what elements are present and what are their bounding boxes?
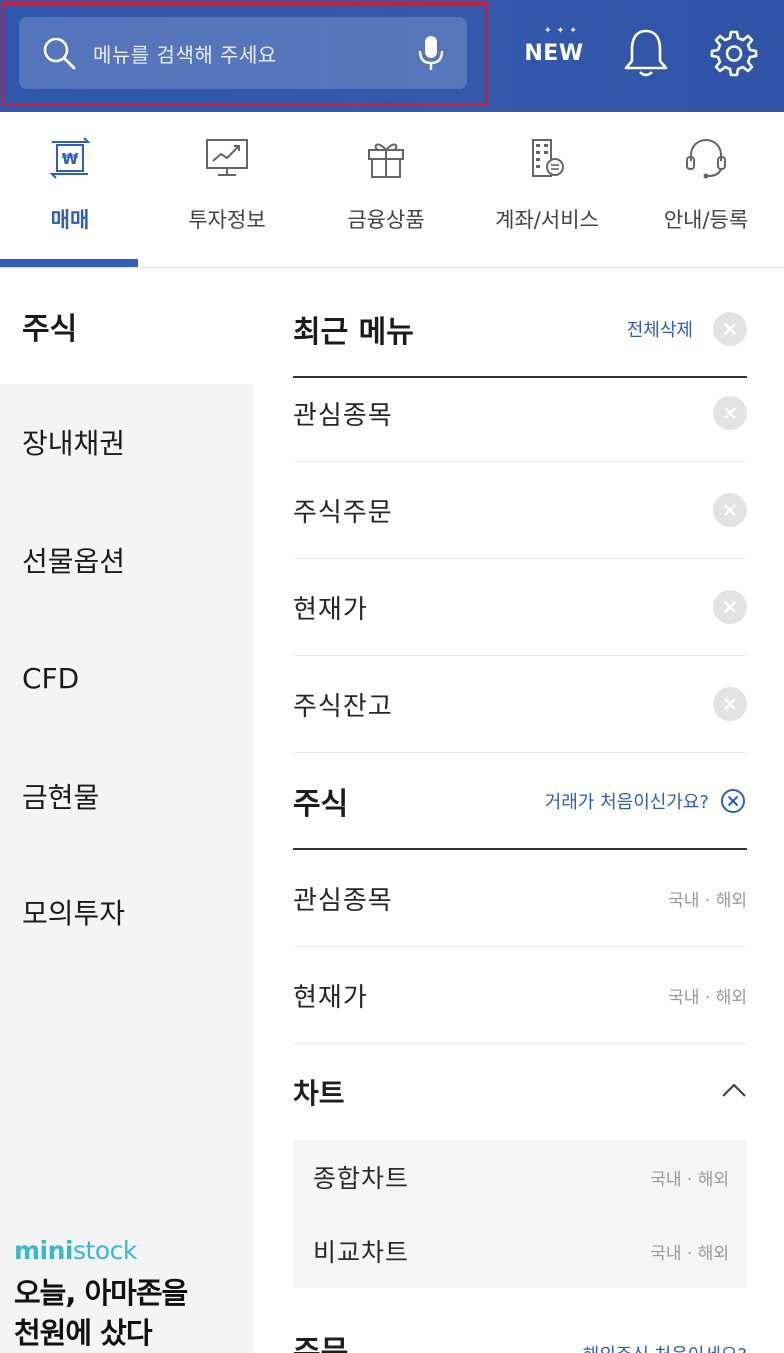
market-scope: 국내 · 해외 (650, 1243, 729, 1264)
chart-submenu-item[interactable]: 종합차트 국내 · 해외 (293, 1140, 747, 1214)
stock-section-title: 주식 (293, 787, 349, 822)
market-scope: 국내 · 해외 (650, 1169, 729, 1190)
tab-invest-info[interactable]: 투자정보 (157, 134, 297, 244)
recent-item-label: 주식잔고 (293, 691, 393, 722)
market-scope: 국내 · 해외 (668, 890, 747, 911)
tab-label: 계좌/서비스 (495, 208, 599, 232)
chart-group-title: 차트 (293, 1077, 345, 1110)
recent-item[interactable]: 관심종목 (293, 365, 747, 462)
active-tab-indicator (0, 259, 138, 267)
sidebar-item-bond[interactable]: 장내채권 (0, 384, 253, 500)
stock-menu-label: 현재가 (293, 982, 368, 1013)
chart-item-label: 비교차트 (313, 1238, 410, 1267)
recent-item-label: 현재가 (293, 594, 368, 625)
stock-section-header: 주식 거래가 처음이신가요? (293, 754, 747, 850)
sparkle-icon: ✦ ✦ ✦ (544, 26, 578, 36)
svg-text:₩: ₩ (62, 150, 79, 168)
category-tabs: ₩ 매매 투자정보 금융상품 계좌/서비스 안내/등록 (0, 112, 784, 268)
tab-label: 안내/등록 (663, 208, 749, 232)
remove-recent-icon[interactable] (713, 687, 747, 721)
gear-icon[interactable] (704, 22, 764, 84)
tab-label: 투자정보 (188, 208, 266, 232)
won-exchange-icon: ₩ (46, 134, 94, 182)
clear-all-icon[interactable] (713, 312, 747, 346)
new-button[interactable]: ✦ ✦ ✦ NEW (522, 22, 586, 84)
promo-copy: 오늘, 아마존을 천원에 샀다 (14, 1273, 244, 1353)
stock-menu-row[interactable]: 관심종목 국내 · 해외 (293, 850, 747, 947)
building-icon (523, 134, 571, 182)
search-bar[interactable]: 메뉴를 검색해 주세요 (19, 17, 467, 89)
tab-trade[interactable]: ₩ 매매 (0, 134, 140, 244)
remove-recent-icon[interactable] (713, 396, 747, 430)
promo-line-1: 오늘, 아마존을 (14, 1276, 188, 1310)
category-sidebar: 주식 장내채권 선물옵션 CFD 금현물 모의투자 ministock 오늘, … (0, 268, 253, 1353)
search-input[interactable]: 메뉴를 검색해 주세요 (93, 39, 411, 68)
market-scope: 국내 · 해외 (668, 987, 747, 1008)
stock-menu-label: 관심종목 (293, 885, 393, 916)
recent-item[interactable]: 주식잔고 (293, 656, 747, 753)
gift-icon (362, 134, 410, 182)
tab-label: 금융상품 (347, 208, 425, 232)
recent-item[interactable]: 주식주문 (293, 462, 747, 559)
overseas-help-link[interactable]: 해외주식 처음이세요? (583, 1328, 747, 1353)
bell-icon[interactable] (616, 22, 676, 84)
logo-stock: stock (73, 1236, 137, 1265)
sidebar-item-cfd[interactable]: CFD (0, 620, 253, 736)
sidebar-item-stock[interactable]: 주식 (0, 268, 253, 384)
tab-financial-products[interactable]: 금융상품 (316, 134, 456, 244)
tab-guide-register[interactable]: 안내/등록 (636, 134, 776, 244)
top-header: 메뉴를 검색해 주세요 ✦ ✦ ✦ NEW (0, 0, 784, 112)
chart-item-label: 종합차트 (313, 1164, 410, 1193)
new-label: NEW (524, 40, 584, 66)
stock-menu-row[interactable]: 현재가 국내 · 해외 (293, 947, 747, 1044)
headset-icon (682, 134, 730, 182)
remove-recent-icon[interactable] (713, 493, 747, 527)
menu-panel: 최근 메뉴 전체삭제 관심종목 주식주문 현재가 주식잔고 주식 거래가 처음이… (253, 268, 784, 1353)
sidebar-item-mock-trading[interactable]: 모의투자 (0, 854, 253, 970)
chart-group-toggle[interactable]: 차트 (293, 1044, 747, 1140)
close-circle-icon[interactable] (719, 787, 747, 815)
recent-item-label: 관심종목 (293, 400, 393, 431)
chart-submenu-item[interactable]: 비교차트 국내 · 해외 (293, 1214, 747, 1288)
chevron-up-icon (721, 1082, 747, 1102)
recent-menu-header: 최근 메뉴 전체삭제 (293, 282, 747, 378)
tab-label: 매매 (50, 208, 90, 232)
mic-icon[interactable] (411, 33, 451, 73)
recent-item[interactable]: 현재가 (293, 559, 747, 656)
ministock-promo-banner[interactable]: ministock 오늘, 아마존을 천원에 샀다 (14, 1236, 244, 1353)
order-section-title: 주문 (293, 1335, 349, 1353)
ministock-logo: ministock (14, 1236, 244, 1265)
chart-submenu: 종합차트 국내 · 해외 비교차트 국내 · 해외 (293, 1140, 747, 1288)
recent-menu-title: 최근 메뉴 (293, 315, 414, 350)
chart-monitor-icon (203, 134, 251, 182)
search-icon (39, 33, 79, 73)
remove-recent-icon[interactable] (713, 590, 747, 624)
sidebar-item-gold[interactable]: 금현물 (0, 738, 253, 854)
clear-all-button[interactable]: 전체삭제 (627, 316, 693, 342)
logo-mini: mini (14, 1236, 74, 1265)
sidebar-item-futures-options[interactable]: 선물옵션 (0, 502, 253, 618)
beginner-help-link[interactable]: 거래가 처음이신가요? (545, 788, 709, 814)
recent-item-label: 주식주문 (293, 497, 393, 528)
tab-account-service[interactable]: 계좌/서비스 (477, 134, 617, 244)
order-section-header-partial: 주문 해외주식 처음이세요? (293, 1328, 747, 1353)
promo-line-2: 천원에 샀다 (14, 1316, 153, 1350)
